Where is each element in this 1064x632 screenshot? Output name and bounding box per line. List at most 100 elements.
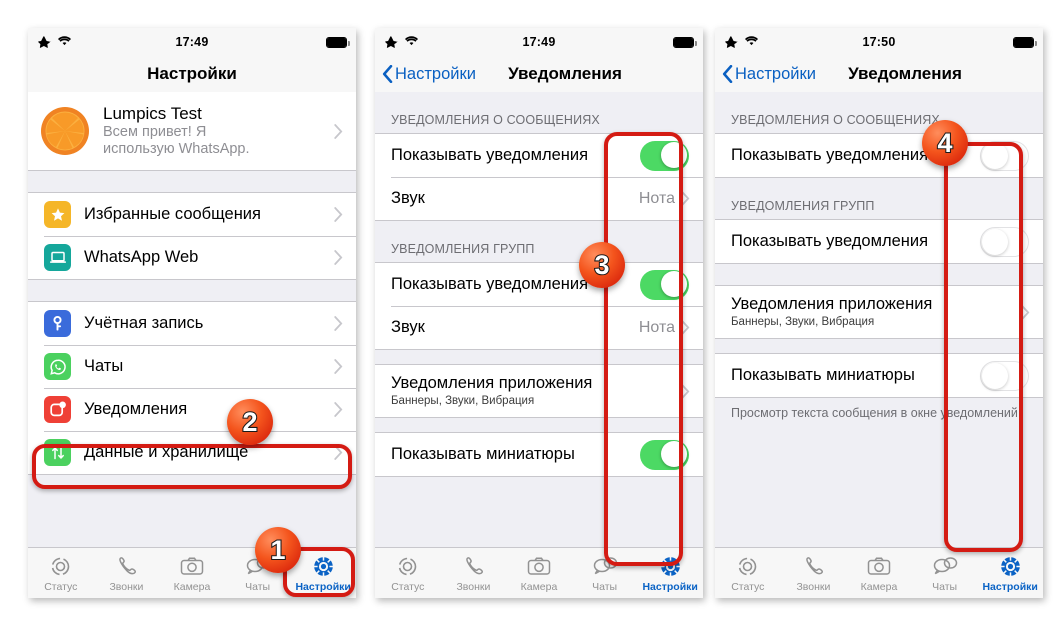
sidebar-item-starred-messages[interactable]: Избранные сообщения: [28, 193, 356, 236]
camera-icon: [867, 557, 891, 575]
page-title: Настройки: [147, 64, 237, 83]
back-button[interactable]: Настройки: [382, 65, 476, 84]
status-bar: 17:50: [715, 28, 1043, 56]
notifications-settings-list: УВЕДОМЛЕНИЯ О СООБЩЕНИЯХ Показывать увед…: [375, 92, 703, 548]
sidebar-item-notifications[interactable]: Уведомления: [28, 388, 356, 431]
tab-camera[interactable]: Камера: [846, 554, 912, 593]
row-show-notifications-groups[interactable]: Показывать уведомления: [715, 220, 1043, 263]
row-show-previews[interactable]: Показывать миниатюры: [375, 433, 703, 476]
tab-label: Камера: [520, 580, 558, 593]
row-show-notifications[interactable]: Показывать уведомления: [715, 134, 1043, 177]
speech-bubbles-icon: [933, 556, 957, 574]
chevron-left-icon: [722, 65, 733, 83]
toggle-show-notifications[interactable]: [980, 140, 1029, 171]
list-gap: [28, 280, 356, 301]
chevron-right-icon: [334, 359, 343, 374]
phone-screen-settings: 17:49 Настройки Lumpics Test Всем привет…: [28, 28, 356, 598]
row-show-notifications-groups[interactable]: Показывать уведомления: [375, 263, 703, 306]
tab-settings[interactable]: Настройки: [637, 554, 703, 593]
battery-full-icon: [326, 36, 350, 48]
camera-icon: [180, 557, 204, 575]
list-gap: [28, 475, 356, 496]
list-gap: [375, 418, 703, 432]
profile-row[interactable]: Lumpics Test Всем привет! Я использую Wh…: [28, 92, 356, 170]
tab-status[interactable]: Статус: [375, 554, 441, 593]
tab-calls[interactable]: Звонки: [781, 554, 847, 593]
row-label: Показывать уведомления: [391, 146, 589, 164]
arrows-updown-icon: [44, 439, 71, 466]
toggle-show-previews[interactable]: [980, 360, 1029, 391]
tab-calls[interactable]: Звонки: [441, 554, 507, 593]
section-header-message-notifications: УВЕДОМЛЕНИЯ О СООБЩЕНИЯХ: [715, 113, 1043, 133]
tab-calls[interactable]: Звонки: [94, 554, 160, 593]
sidebar-item-chats[interactable]: Чаты: [28, 345, 356, 388]
list-item-label: Данные и хранилище: [84, 443, 249, 461]
tab-camera[interactable]: Камера: [506, 554, 572, 593]
status-ring-icon: [738, 557, 757, 575]
tab-chats[interactable]: Чаты: [572, 554, 638, 593]
row-sound[interactable]: Звук Нота: [375, 177, 703, 220]
row-sound-groups[interactable]: Звук Нота: [375, 306, 703, 349]
status-ring-icon: [51, 557, 70, 575]
tab-label: Настройки: [642, 580, 698, 593]
group-group-notifications: Показывать уведомления Звук Нота: [375, 262, 703, 350]
toggle-show-notifications-groups[interactable]: [980, 226, 1029, 257]
chevron-right-icon: [334, 207, 343, 222]
toggle-knob: [661, 271, 687, 297]
row-value-sound: Нота: [638, 318, 675, 336]
group-previews: Показывать миниатюры: [375, 432, 703, 477]
tab-status[interactable]: Статус: [28, 554, 94, 593]
battery-full-icon: [673, 36, 697, 48]
section-header-group-notifications: УВЕДОМЛЕНИЯ ГРУПП: [715, 199, 1043, 219]
row-show-previews[interactable]: Показывать миниатюры: [715, 354, 1043, 397]
chevron-right-icon: [681, 320, 690, 335]
back-button-label: Настройки: [735, 64, 816, 83]
toggle-show-notifications[interactable]: [640, 140, 689, 171]
group-favorites-web: Избранные сообщения WhatsApp Web: [28, 192, 356, 280]
tab-label: Чаты: [932, 580, 958, 593]
nav-bar: Настройки: [28, 56, 356, 93]
tab-camera[interactable]: Камера: [159, 554, 225, 593]
back-button[interactable]: Настройки: [722, 65, 816, 84]
list-item-label: Чаты: [84, 357, 124, 375]
list-gap: [715, 339, 1043, 353]
row-app-notifications[interactable]: Уведомления приложения Баннеры, Звуки, В…: [715, 286, 1043, 338]
tab-chats[interactable]: Чаты: [912, 554, 978, 593]
step-badge-2: 2: [227, 399, 273, 445]
tab-bar: Статус Звонки Камера Чаты Настройки: [375, 547, 703, 598]
status-ring-icon: [398, 557, 417, 575]
tab-label: Статус: [731, 580, 765, 593]
row-label-block: Уведомления приложения Баннеры, Звуки, В…: [731, 295, 1021, 328]
row-app-notifications[interactable]: Уведомления приложения Баннеры, Звуки, В…: [375, 365, 703, 417]
row-label: Показывать миниатюры: [391, 445, 575, 463]
status-bar-time: 17:49: [175, 35, 209, 49]
phone-handset-icon: [119, 556, 136, 574]
tab-status[interactable]: Статус: [715, 554, 781, 593]
nav-bar: Настройки Уведомления: [375, 56, 703, 93]
group-group-notifications: Показывать уведомления: [715, 219, 1043, 264]
chevron-right-icon: [334, 123, 343, 139]
group-account-settings: Учётная запись Чаты Уведомления Данные и…: [28, 301, 356, 475]
row-show-notifications[interactable]: Показывать уведомления: [375, 134, 703, 177]
row-label-block: Уведомления приложения Баннеры, Звуки, В…: [391, 374, 681, 407]
group-app-notifications: Уведомления приложения Баннеры, Звуки, В…: [375, 364, 703, 418]
sidebar-item-account[interactable]: Учётная запись: [28, 302, 356, 345]
sidebar-item-whatsapp-web[interactable]: WhatsApp Web: [28, 236, 356, 279]
section-header-message-notifications: УВЕДОМЛЕНИЯ О СООБЩЕНИЯХ: [375, 113, 703, 133]
row-sublabel: Баннеры, Звуки, Вибрация: [731, 315, 875, 328]
step-badge-1: 1: [255, 527, 301, 573]
row-label: Звук: [391, 189, 425, 207]
notification-badge-icon: [44, 396, 71, 423]
list-item-label: Уведомления: [84, 400, 188, 418]
sidebar-item-data-storage[interactable]: Данные и хранилище: [28, 431, 356, 474]
settings-list: Lumpics Test Всем привет! Я использую Wh…: [28, 92, 356, 548]
step-badge-number: 3: [593, 249, 610, 280]
toggle-show-notifications-groups[interactable]: [640, 269, 689, 300]
toggle-show-previews[interactable]: [640, 439, 689, 470]
tab-settings[interactable]: Настройки: [977, 554, 1043, 593]
list-gap: [375, 350, 703, 364]
gear-icon: [313, 556, 334, 576]
toggle-knob: [661, 441, 687, 467]
tab-settings[interactable]: Настройки: [290, 554, 356, 593]
profile-group: Lumpics Test Всем привет! Я использую Wh…: [28, 92, 356, 171]
